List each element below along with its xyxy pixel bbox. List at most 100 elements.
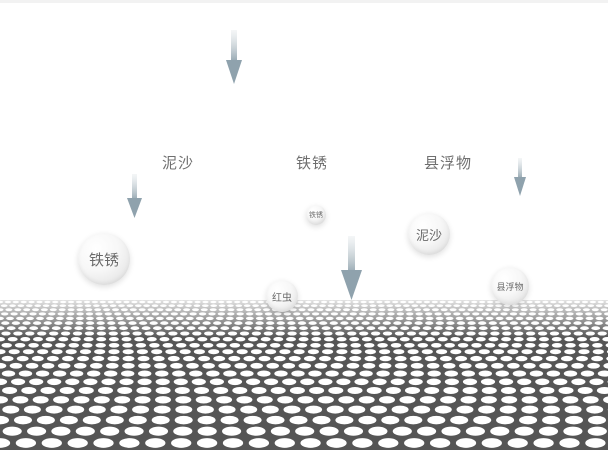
mesh-hole xyxy=(553,378,568,386)
mesh-hole xyxy=(379,396,395,404)
mesh-hole xyxy=(410,370,424,377)
mesh-hole xyxy=(59,415,78,425)
mesh-hole xyxy=(282,378,297,386)
mesh-hole xyxy=(377,342,388,348)
mesh-hole xyxy=(165,349,177,355)
mesh-hole xyxy=(189,370,203,377)
mesh-hole xyxy=(520,387,536,394)
mesh-hole xyxy=(136,387,152,394)
mesh-hole xyxy=(128,415,147,425)
mesh-hole xyxy=(222,426,242,436)
mesh-hole xyxy=(97,387,114,394)
mesh-hole xyxy=(283,342,294,348)
mesh-hole xyxy=(92,355,105,362)
mesh-hole xyxy=(507,438,528,448)
mesh-hole xyxy=(183,355,195,362)
mesh-hole xyxy=(134,396,151,404)
mesh-hole xyxy=(390,342,402,348)
mesh-hole xyxy=(517,378,532,386)
mesh-hole xyxy=(138,362,151,369)
mesh-hole xyxy=(248,438,270,448)
mesh-hole xyxy=(240,370,254,377)
mesh-hole xyxy=(589,378,604,386)
mesh-hole xyxy=(364,349,376,355)
mesh-hole xyxy=(378,362,392,369)
mesh-hole xyxy=(507,362,520,369)
mesh-hole xyxy=(216,342,227,348)
mesh-hole xyxy=(404,342,415,348)
mesh-hole xyxy=(209,378,224,386)
mesh-hole xyxy=(175,342,187,348)
mesh-hole xyxy=(326,438,347,448)
mesh-hole xyxy=(179,349,191,355)
mesh-hole xyxy=(310,342,321,348)
mesh-hole xyxy=(122,362,135,369)
mesh-hole xyxy=(196,405,214,414)
mesh-hole xyxy=(250,349,262,355)
mesh-hole xyxy=(538,342,549,348)
mesh-hole xyxy=(67,438,88,448)
mesh-hole xyxy=(149,342,160,348)
filter-mesh-scene xyxy=(0,0,608,450)
mesh-hole xyxy=(364,355,377,362)
mesh-hole xyxy=(27,426,47,436)
mesh-hole xyxy=(465,426,485,436)
mesh-hole xyxy=(530,355,543,362)
mesh-hole xyxy=(122,355,135,362)
mesh-hole xyxy=(202,362,215,369)
mesh-hole xyxy=(519,415,538,425)
mesh-hole xyxy=(152,355,165,362)
mesh-hole xyxy=(587,362,600,369)
mesh-hole xyxy=(151,415,170,425)
mesh-hole xyxy=(18,370,33,377)
mesh-hole xyxy=(343,426,364,436)
mesh-hole xyxy=(434,405,452,414)
mesh-hole xyxy=(31,355,44,362)
mesh-hole xyxy=(274,438,295,448)
mesh-hole xyxy=(45,405,63,414)
mesh-hole xyxy=(490,426,510,436)
mesh-hole xyxy=(473,415,492,425)
mesh-hole xyxy=(436,349,448,355)
mesh-hole xyxy=(136,349,148,355)
mesh-hole xyxy=(14,415,32,425)
mesh-hole xyxy=(121,370,135,377)
label-silt: 泥沙 xyxy=(161,154,195,172)
mesh-hole xyxy=(12,396,29,404)
mesh-hole xyxy=(79,349,92,355)
mesh-hole xyxy=(307,349,319,355)
mesh-hole xyxy=(404,415,423,425)
mesh-hole xyxy=(270,426,290,436)
mesh-hole xyxy=(444,378,459,386)
mesh-hole xyxy=(297,396,314,404)
mesh-hole xyxy=(107,355,120,362)
mesh-hole xyxy=(481,387,497,394)
mesh-hole xyxy=(202,342,214,348)
mesh-hole xyxy=(335,415,354,425)
mesh-hole xyxy=(2,387,18,394)
mesh-hole xyxy=(521,396,538,404)
mesh-hole xyxy=(100,426,120,436)
mesh-hole xyxy=(576,355,588,362)
mesh-hole xyxy=(456,405,474,414)
mesh-hole xyxy=(555,362,568,369)
mesh-hole xyxy=(443,387,459,394)
mesh-hole xyxy=(270,387,286,394)
mesh-hole xyxy=(359,370,373,377)
mesh-hole xyxy=(28,342,39,348)
mesh-hole xyxy=(193,387,210,394)
mesh-hole xyxy=(312,415,331,425)
mesh-hole xyxy=(41,342,53,348)
mesh-hole xyxy=(1,370,16,377)
mesh-hole xyxy=(338,396,355,404)
mesh-hole xyxy=(404,387,421,394)
mesh-hole xyxy=(470,355,483,362)
mesh-hole xyxy=(174,387,190,394)
mesh-hole xyxy=(266,362,279,369)
mesh-hole xyxy=(234,362,247,369)
mesh-hole xyxy=(514,426,534,436)
mesh-hole xyxy=(65,378,80,386)
mesh-hole xyxy=(350,342,361,348)
mesh-hole xyxy=(515,355,528,362)
mesh-hole xyxy=(358,396,375,404)
